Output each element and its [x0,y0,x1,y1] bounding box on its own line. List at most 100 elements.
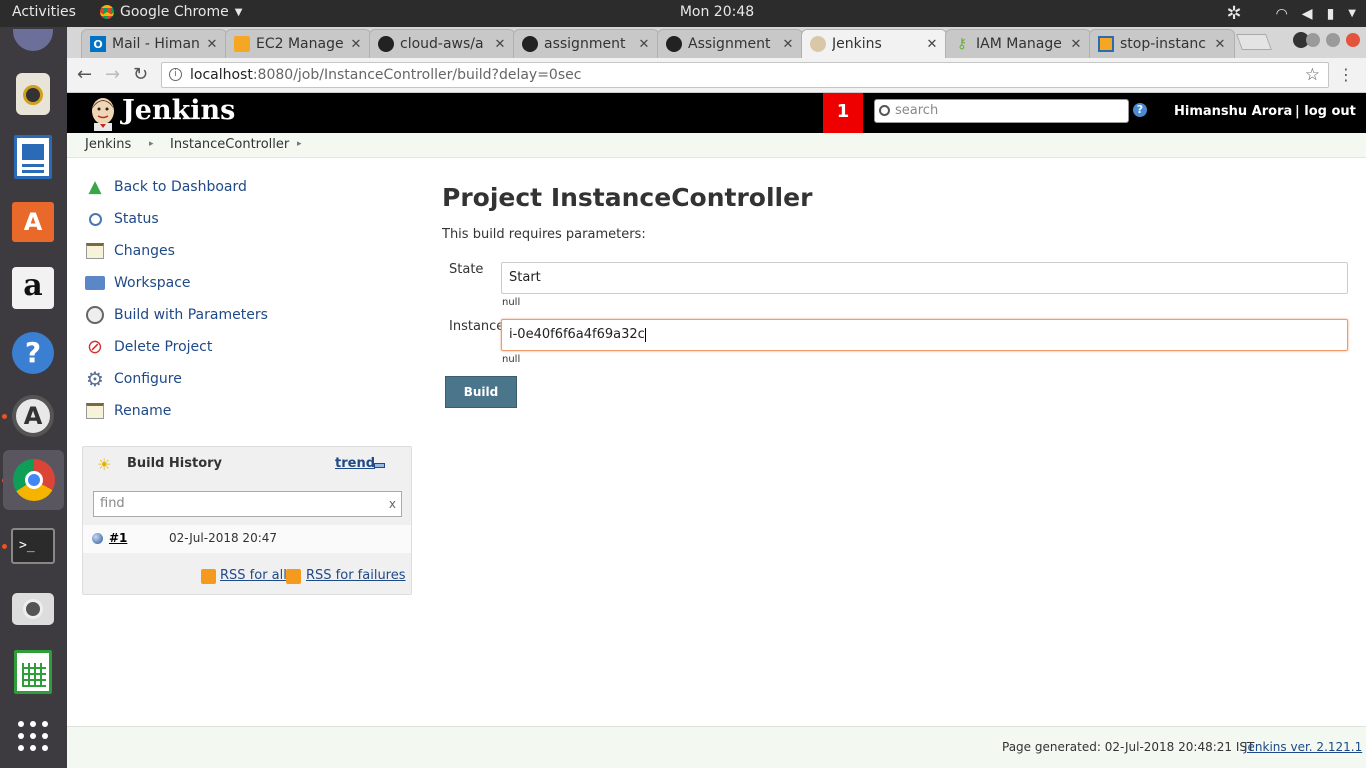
sidebar-item-rename[interactable]: Rename [84,399,171,423]
tab-iam[interactable]: ⚷ IAM Manage ✕ [945,29,1091,58]
build-date: 02-Jul-2018 20:47 [169,531,278,545]
clock[interactable]: Mon 20:48 [0,4,1366,20]
tab-jenkins[interactable]: Jenkins ✕ [801,29,947,58]
tab-assignment-2[interactable]: Assignment ✕ [657,29,803,58]
window-close-button[interactable] [1346,33,1360,47]
breadcrumb-chevron-icon[interactable]: ▸ [297,139,302,149]
notification-badge[interactable]: 1 [823,93,863,133]
tab-mail[interactable]: O Mail - Himan ✕ [81,29,227,58]
jenkins-header: Jenkins 1 search ? Himanshu Arora | log … [67,93,1366,133]
build-status-ball-icon [92,533,103,544]
close-icon[interactable]: ✕ [492,37,508,52]
build-history-header: ☀ Build History trend [83,447,411,483]
sidebar-item-back-to-dashboard[interactable]: ▲ Back to Dashboard [84,175,246,199]
tab-ec2[interactable]: EC2 Manage ✕ [225,29,371,58]
launcher-dock: A a ? A >_ [0,27,67,768]
gear-icon: ⚙ [86,367,104,391]
trend-link[interactable]: trend [335,456,375,471]
outlook-icon: O [90,36,106,52]
close-icon[interactable]: ✕ [1212,37,1228,52]
back-arrow-icon[interactable]: ← [77,64,92,85]
software-center-bag-icon[interactable]: A [10,199,56,245]
launcher-top-partial-icon[interactable] [10,27,56,53]
sidebar-item-label: Workspace [114,275,191,291]
jenkins-version-link[interactable]: Jenkins ver. 2.121.1 [1244,740,1362,754]
build-history-title: Build History [127,456,223,471]
maximize-button[interactable] [1326,33,1340,47]
help-icon[interactable]: ? [1133,103,1147,117]
show-applications-grid-icon[interactable] [10,713,56,759]
sidebar-item-label: Configure [114,371,182,387]
build-number-link[interactable]: #1 [109,531,127,545]
rss-failures-link[interactable]: RSS for failures [306,568,406,583]
breadcrumb-chevron-icon[interactable]: ▸ [149,139,154,149]
sidebar-item-label: Delete Project [114,339,213,355]
close-icon[interactable]: ✕ [780,37,796,52]
jenkins-home-title[interactable]: Jenkins [122,95,235,126]
breadcrumb-instancecontroller[interactable]: InstanceController [170,137,289,152]
param-description: null [502,297,521,308]
software-updater-icon[interactable]: A [10,393,56,439]
jenkins-butler-logo-icon[interactable] [85,95,121,131]
build-find-input[interactable]: find x [93,491,402,517]
github-icon [378,36,394,52]
minimize-button[interactable] [1306,33,1320,47]
network-settings-icon[interactable]: ✲ [1226,3,1241,24]
state-input[interactable]: Start [501,262,1348,294]
system-tray[interactable]: ✲ ◠ ◀ ▮ ▼ [1226,3,1356,24]
text-cursor [644,327,646,342]
search-icon [879,105,890,116]
amazon-icon[interactable]: a [10,265,56,311]
volume-icon[interactable]: ◀ [1302,6,1313,22]
breadcrumb-jenkins[interactable]: Jenkins [85,137,131,152]
wifi-icon[interactable]: ◠ [1276,6,1288,22]
find-placeholder: find [100,496,125,511]
param-label-state: State [449,262,484,277]
terminal-icon[interactable]: >_ [10,523,56,569]
close-icon[interactable]: ✕ [924,37,940,52]
collapse-icon[interactable] [374,463,385,468]
new-tab-button[interactable] [1236,34,1272,50]
tab-stop-instance[interactable]: stop-instanc ✕ [1089,29,1235,58]
build-button[interactable]: Build [445,376,517,408]
reload-icon[interactable]: ↻ [133,64,148,85]
table-row: #1 02-Jul-2018 20:47 [83,525,411,553]
rhythmbox-speaker-icon[interactable] [10,71,56,117]
rss-all-link[interactable]: RSS for all [220,568,287,583]
writer-document-icon[interactable] [10,134,56,180]
tab-assignment-1[interactable]: assignment ✕ [513,29,659,58]
sidebar-item-workspace[interactable]: Workspace [84,271,191,295]
calc-spreadsheet-icon[interactable] [10,649,56,695]
site-info-icon[interactable]: i [169,68,182,81]
sun-weather-icon: ☀ [97,455,112,474]
github-icon [666,36,682,52]
forward-arrow-icon[interactable]: → [105,64,120,85]
sidebar-item-build-with-parameters[interactable]: Build with Parameters [84,303,268,327]
search-input[interactable]: search [874,99,1129,123]
clock-play-icon [84,304,106,326]
camera-screenshot-icon[interactable] [10,586,56,632]
close-icon[interactable]: ✕ [636,37,652,52]
power-menu-icon[interactable]: ▼ [1348,8,1356,19]
rss-links: RSS for all RSS for failures [83,565,411,589]
no-entry-icon: ⊘ [87,336,103,358]
instance-input[interactable]: i-0e40f6f6a4f69a32c [501,319,1348,351]
close-icon[interactable]: ✕ [1068,37,1084,52]
tab-cloud-aws[interactable]: cloud-aws/a ✕ [369,29,515,58]
sidebar-item-configure[interactable]: ⚙ Configure [84,367,182,391]
close-icon[interactable]: ✕ [204,37,220,52]
sidebar-item-changes[interactable]: Changes [84,239,175,263]
help-icon[interactable]: ? [10,330,56,376]
logout-link[interactable]: | log out [1295,104,1356,119]
sidebar-item-delete-project[interactable]: ⊘ Delete Project [84,335,212,359]
clear-find-button[interactable]: x [389,492,396,516]
battery-icon[interactable]: ▮ [1327,6,1335,22]
user-link[interactable]: Himanshu Arora [1174,104,1292,119]
chrome-menu-icon[interactable]: ⋮ [1338,65,1354,84]
address-bar[interactable]: i localhost:8080/job/InstanceController/… [161,62,1329,88]
rss-icon [201,569,216,584]
chrome-launcher-icon[interactable] [3,450,64,510]
bookmark-star-icon[interactable]: ☆ [1305,63,1320,87]
sidebar-item-status[interactable]: Status [84,207,159,231]
close-icon[interactable]: ✕ [348,37,364,52]
